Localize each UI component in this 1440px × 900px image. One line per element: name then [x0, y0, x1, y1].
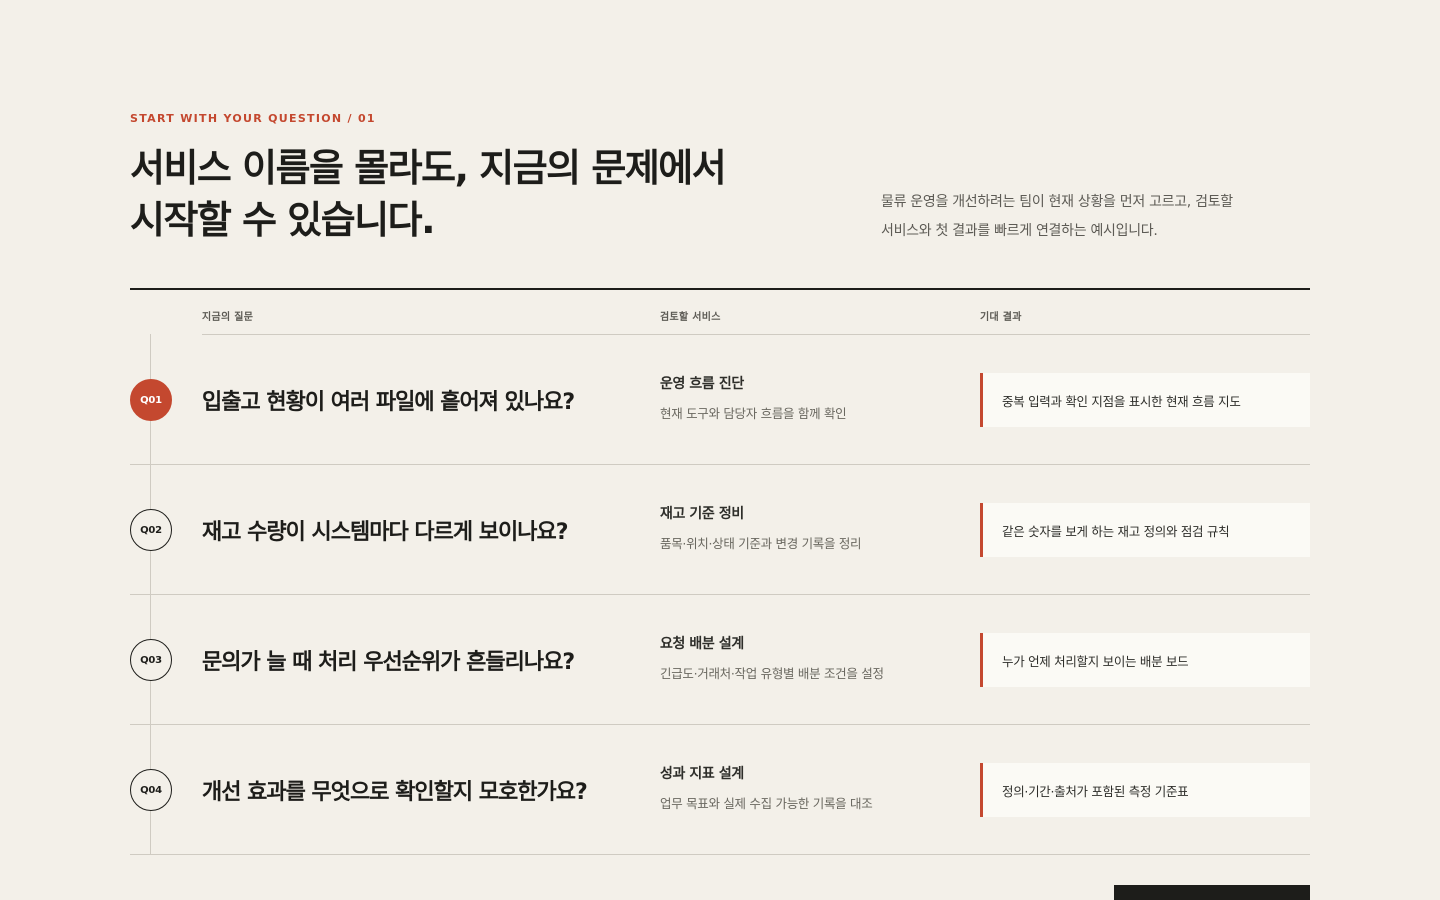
column-header-service: 검토할 서비스 [660, 312, 721, 323]
result-card: 누가 언제 처리할지 보이는 배분 보드 [980, 633, 1310, 687]
intro-description-line-2: 서비스와 첫 결과를 빠르게 연결하는 예시입니다. [881, 223, 1158, 239]
result-card: 중복 입력과 확인 지점을 표시한 현재 흐름 지도 [980, 373, 1310, 427]
question-row[interactable]: Q04 개선 효과를 무엇으로 확인할지 모호한가요? 성과 지표 설계 업무 … [130, 725, 1310, 855]
question-text[interactable]: 재고 수량이 시스템마다 다르게 보이나요? [202, 514, 642, 546]
question-text[interactable]: 입출고 현황이 여러 파일에 흩어져 있나요? [202, 384, 642, 416]
question-badge[interactable]: Q04 [130, 769, 172, 811]
question-badge[interactable]: Q02 [130, 509, 172, 551]
question-badge[interactable]: Q01 [130, 379, 172, 421]
column-header-question: 지금의 질문 [202, 312, 254, 323]
service-description: 긴급도·거래처·작업 유형별 배분 조건을 설정 [660, 666, 884, 681]
question-text[interactable]: 개선 효과를 무엇으로 확인할지 모호한가요? [202, 774, 642, 806]
page-title: 서비스 이름을 몰라도, 지금의 문제에서 시작할 수 있습니다. [130, 142, 830, 246]
question-row[interactable]: Q02 재고 수량이 시스템마다 다르게 보이나요? 재고 기준 정비 품목·위… [130, 465, 1310, 595]
service-name[interactable]: 재고 기준 정비 [660, 503, 744, 523]
eyebrow: START WITH YOUR QUESTION / 01 [130, 112, 376, 125]
intro-description: 물류 운영을 개선하려는 팀이 현재 상황을 먼저 고르고, 검토할 서비스와 … [881, 188, 1301, 246]
page-title-line-1: 서비스 이름을 몰라도, 지금의 문제에서 [130, 146, 727, 190]
service-name[interactable]: 운영 흐름 진단 [660, 373, 744, 393]
page-title-line-2: 시작할 수 있습니다. [130, 198, 436, 242]
question-row[interactable]: Q03 문의가 늘 때 처리 우선순위가 흔들리나요? 요청 배분 설계 긴급도… [130, 595, 1310, 725]
service-name[interactable]: 요청 배분 설계 [660, 633, 744, 653]
intro-description-line-1: 물류 운영을 개선하려는 팀이 현재 상황을 먼저 고르고, 검토할 [881, 194, 1233, 210]
cta-button[interactable] [1114, 885, 1310, 900]
service-description: 업무 목표와 실제 수집 가능한 기록을 대조 [660, 796, 873, 811]
question-badge[interactable]: Q03 [130, 639, 172, 681]
service-description: 품목·위치·상태 기준과 변경 기록을 정리 [660, 536, 862, 551]
question-text[interactable]: 문의가 늘 때 처리 우선순위가 흔들리나요? [202, 644, 642, 676]
result-card: 같은 숫자를 보게 하는 재고 정의와 점검 규칙 [980, 503, 1310, 557]
question-row[interactable]: Q01 입출고 현황이 여러 파일에 흩어져 있나요? 운영 흐름 진단 현재 … [130, 335, 1310, 465]
service-name[interactable]: 성과 지표 설계 [660, 763, 744, 783]
column-header-result: 기대 결과 [980, 312, 1022, 323]
service-description: 현재 도구와 담당자 흐름을 함께 확인 [660, 406, 847, 421]
result-card: 정의·기간·출처가 포함된 측정 기준표 [980, 763, 1310, 817]
table-top-rule [130, 288, 1310, 290]
